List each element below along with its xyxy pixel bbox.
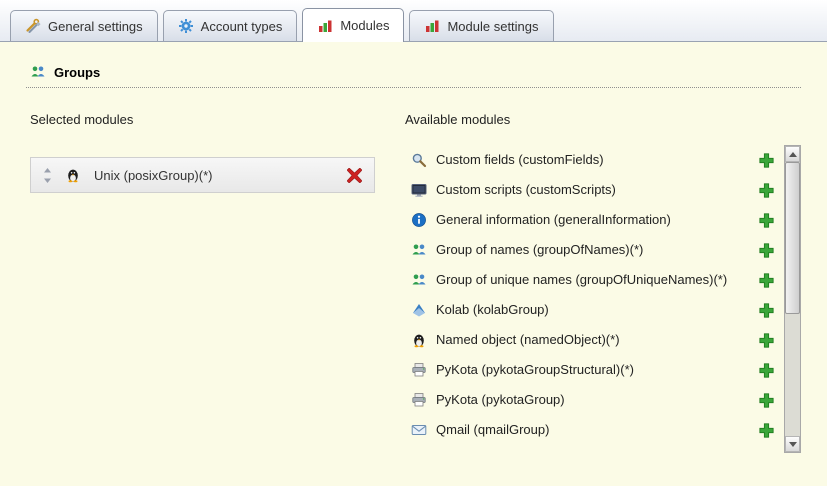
tab-label: Module settings	[447, 19, 538, 34]
drag-handle-icon[interactable]	[43, 168, 52, 183]
module-label: Kolab (kolabGroup)	[436, 302, 728, 318]
available-module-row: Custom fields (customFields)	[405, 145, 784, 175]
available-modules-list: Custom fields (customFields) Custom scri…	[405, 145, 784, 453]
module-label: Named object (namedObject)(*)	[436, 332, 728, 348]
tab-bar: General settings Account types Modules M…	[0, 0, 827, 42]
magnifier-icon	[411, 152, 427, 168]
tux-icon	[411, 332, 427, 348]
available-module-row: PyKota (pykotaGroup)	[405, 385, 784, 415]
arrow-down-icon	[789, 442, 797, 447]
info-icon	[411, 212, 427, 228]
scrollbar-track[interactable]	[785, 162, 800, 436]
scrollbar-up-button[interactable]	[785, 146, 800, 162]
available-module-row: Group of unique names (groupOfUniqueName…	[405, 265, 784, 295]
scrollbar-down-button[interactable]	[785, 436, 800, 452]
add-module-button[interactable]	[759, 213, 774, 228]
module-label: Group of unique names (groupOfUniqueName…	[436, 272, 728, 288]
modules-panel: Groups Selected modules Unix (posixGroup…	[0, 42, 827, 453]
available-modules-scrollbar[interactable]	[784, 145, 801, 453]
group-icon	[411, 242, 427, 258]
available-modules-heading: Available modules	[405, 112, 801, 127]
module-label: Custom fields (customFields)	[436, 152, 728, 168]
groups-icon	[30, 64, 46, 80]
arrow-up-icon	[789, 152, 797, 157]
module-label: PyKota (pykotaGroup)	[436, 392, 728, 408]
module-label: PyKota (pykotaGroupStructural)(*)	[436, 362, 728, 378]
available-module-row: Custom scripts (customScripts)	[405, 175, 784, 205]
add-module-button[interactable]	[759, 243, 774, 258]
add-module-button[interactable]	[759, 153, 774, 168]
tab-module-settings[interactable]: Module settings	[409, 10, 553, 41]
selected-module-label: Unix (posixGroup)(*)	[94, 168, 212, 183]
tab-label: Modules	[340, 18, 389, 33]
remove-module-button[interactable]	[347, 168, 362, 183]
selected-modules-heading: Selected modules	[30, 112, 380, 127]
add-module-button[interactable]	[759, 303, 774, 318]
tab-label: Account types	[201, 19, 283, 34]
add-module-button[interactable]	[759, 393, 774, 408]
available-module-row: Kolab (kolabGroup)	[405, 295, 784, 325]
add-module-button[interactable]	[759, 183, 774, 198]
available-module-row: Qmail (qmailGroup)	[405, 415, 784, 445]
module-label: Group of names (groupOfNames)(*)	[436, 242, 728, 258]
available-module-row: Named object (namedObject)(*)	[405, 325, 784, 355]
add-module-button[interactable]	[759, 333, 774, 348]
module-label: General information (generalInformation)	[436, 212, 728, 228]
tab-general-settings[interactable]: General settings	[10, 10, 158, 41]
kolab-icon	[411, 302, 427, 318]
available-modules-column: Available modules Custom fields (customF…	[405, 112, 801, 453]
add-module-button[interactable]	[759, 273, 774, 288]
add-module-button[interactable]	[759, 423, 774, 438]
tab-modules[interactable]: Modules	[302, 8, 404, 42]
available-module-row: PyKota (pykotaGroupStructural)(*)	[405, 355, 784, 385]
modules-icon	[317, 18, 333, 34]
available-module-row: Group of names (groupOfNames)(*)	[405, 235, 784, 265]
selected-modules-column: Selected modules Unix (posixGroup)(*)	[30, 112, 380, 453]
add-module-button[interactable]	[759, 363, 774, 378]
tab-account-types[interactable]: Account types	[163, 10, 298, 41]
printer-icon	[411, 392, 427, 408]
tux-icon	[65, 167, 81, 183]
available-module-row: General information (generalInformation)	[405, 205, 784, 235]
mail-icon	[411, 422, 427, 438]
selected-module-row-unix[interactable]: Unix (posixGroup)(*)	[30, 157, 375, 193]
tab-label: General settings	[48, 19, 143, 34]
section-title-text: Groups	[54, 65, 100, 80]
tools-icon	[25, 18, 41, 34]
screen-icon	[411, 182, 427, 198]
module-label: Custom scripts (customScripts)	[436, 182, 728, 198]
gear-icon	[178, 18, 194, 34]
printer-icon	[411, 362, 427, 378]
scrollbar-thumb[interactable]	[785, 162, 800, 314]
section-title-groups: Groups	[30, 64, 827, 80]
module-label: Qmail (qmailGroup)	[436, 422, 728, 438]
group-icon	[411, 272, 427, 288]
module-settings-icon	[424, 18, 440, 34]
